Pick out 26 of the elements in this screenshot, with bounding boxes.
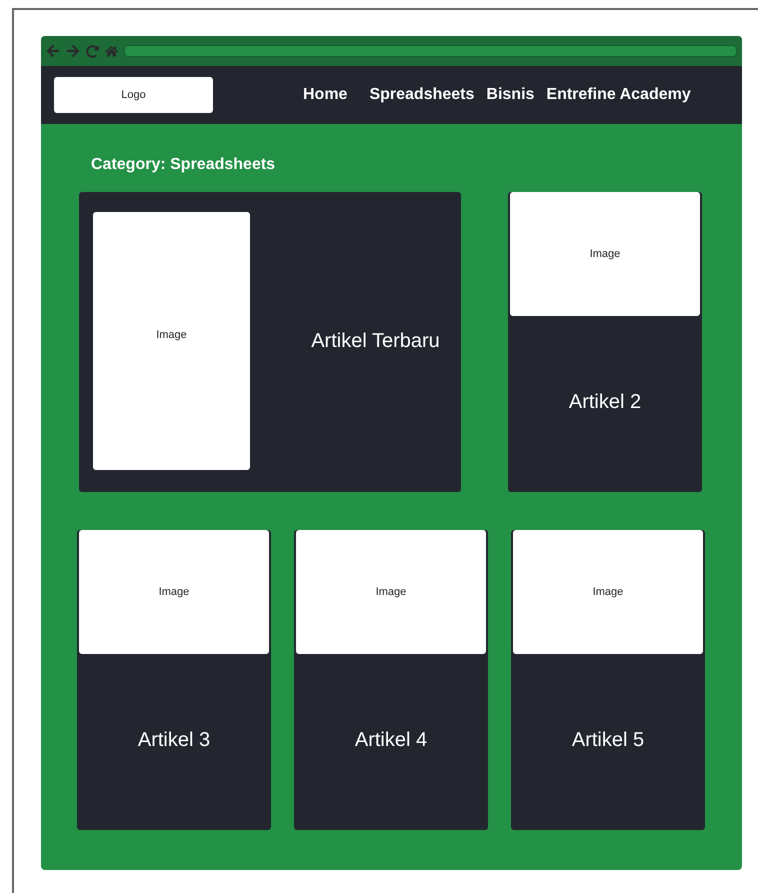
nav-link[interactable]: Spreadsheets [369,83,474,107]
nav-link[interactable]: Bisnis [486,83,534,107]
article-title[interactable]: Artikel 4 [354,725,428,755]
image-placeholder: Image [79,530,269,654]
featured-article-card[interactable]: Image Artikel Terbaru [79,192,461,492]
home-icon[interactable] [105,44,118,58]
article-card[interactable]: Image Artikel 2 [508,192,702,492]
article-card[interactable]: Image Artikel 5 [511,530,705,830]
image-placeholder: Image [510,192,700,316]
article-card[interactable]: Image Artikel 4 [294,530,488,830]
image-placeholder: Image [93,212,250,470]
address-bar[interactable] [124,45,737,57]
nav-link[interactable]: Home [303,83,348,107]
image-placeholder: Image [296,530,486,654]
image-placeholder: Image [513,530,703,654]
logo-placeholder[interactable]: Logo [54,77,213,113]
category-heading: Category: Spreadsheets [91,155,276,175]
article-title[interactable]: Artikel 2 [568,387,642,417]
article-title[interactable]: Artikel 5 [572,725,644,755]
back-icon[interactable] [46,44,60,58]
reload-icon[interactable] [86,44,99,58]
nav-link[interactable]: Entrefine Academy [546,83,691,107]
article-card[interactable]: Image Artikel 3 [77,530,271,830]
forward-icon[interactable] [66,44,80,58]
article-title[interactable]: Artikel 3 [138,725,210,755]
article-title[interactable]: Artikel Terbaru [311,326,440,356]
